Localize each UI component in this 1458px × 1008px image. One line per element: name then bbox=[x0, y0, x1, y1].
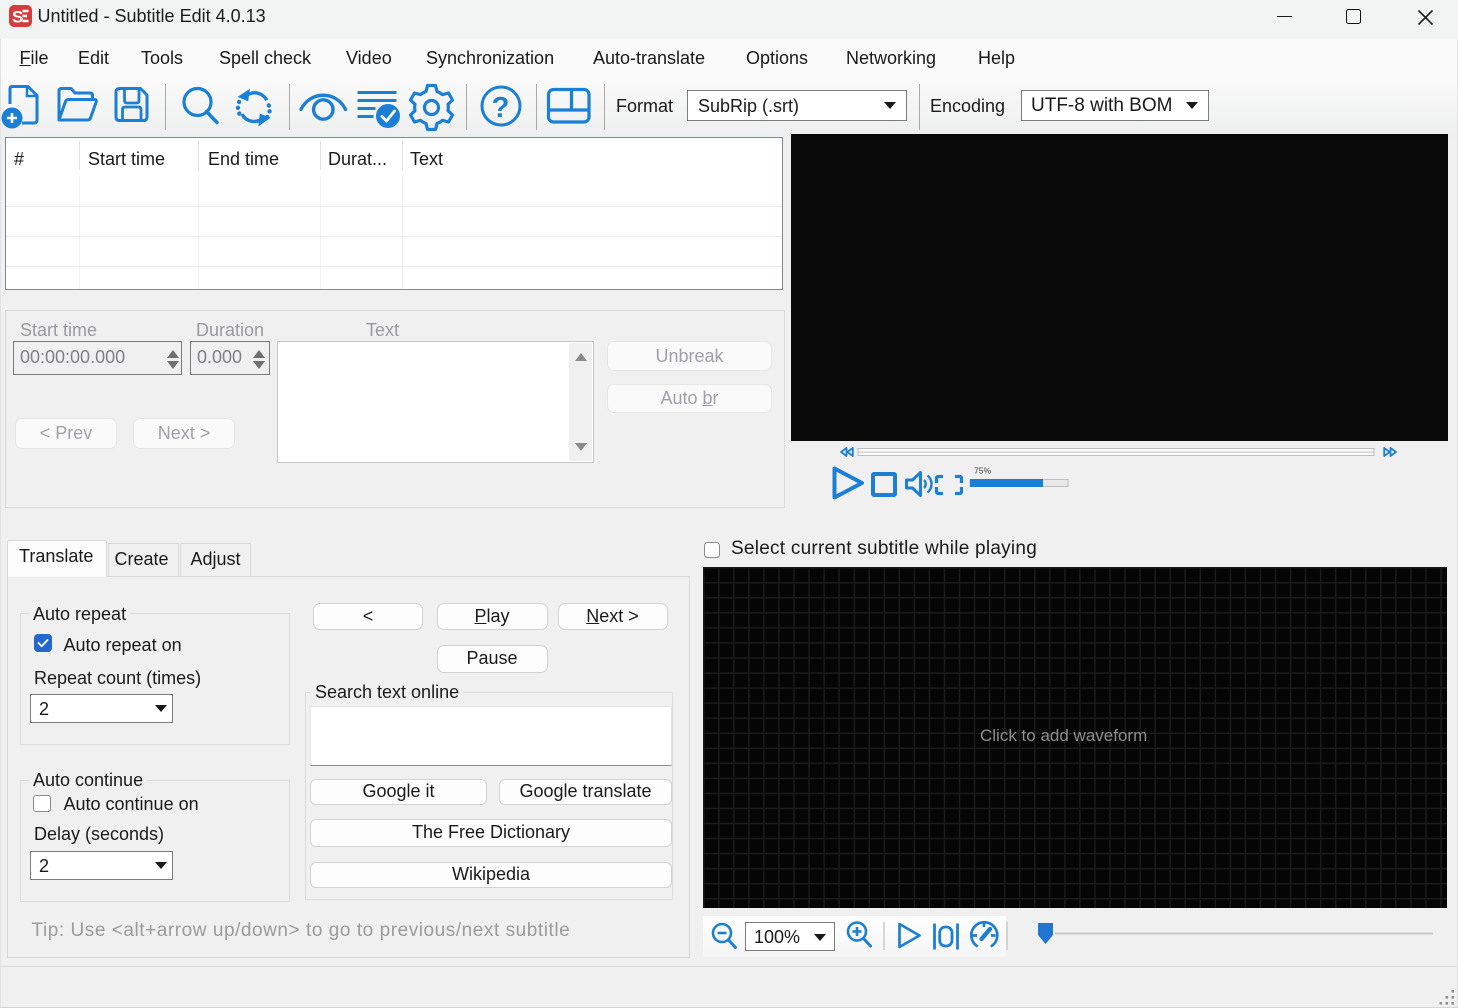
svg-text:75%: 75% bbox=[974, 466, 991, 476]
svg-text:?: ? bbox=[492, 92, 510, 124]
svg-text:S: S bbox=[12, 8, 23, 27]
